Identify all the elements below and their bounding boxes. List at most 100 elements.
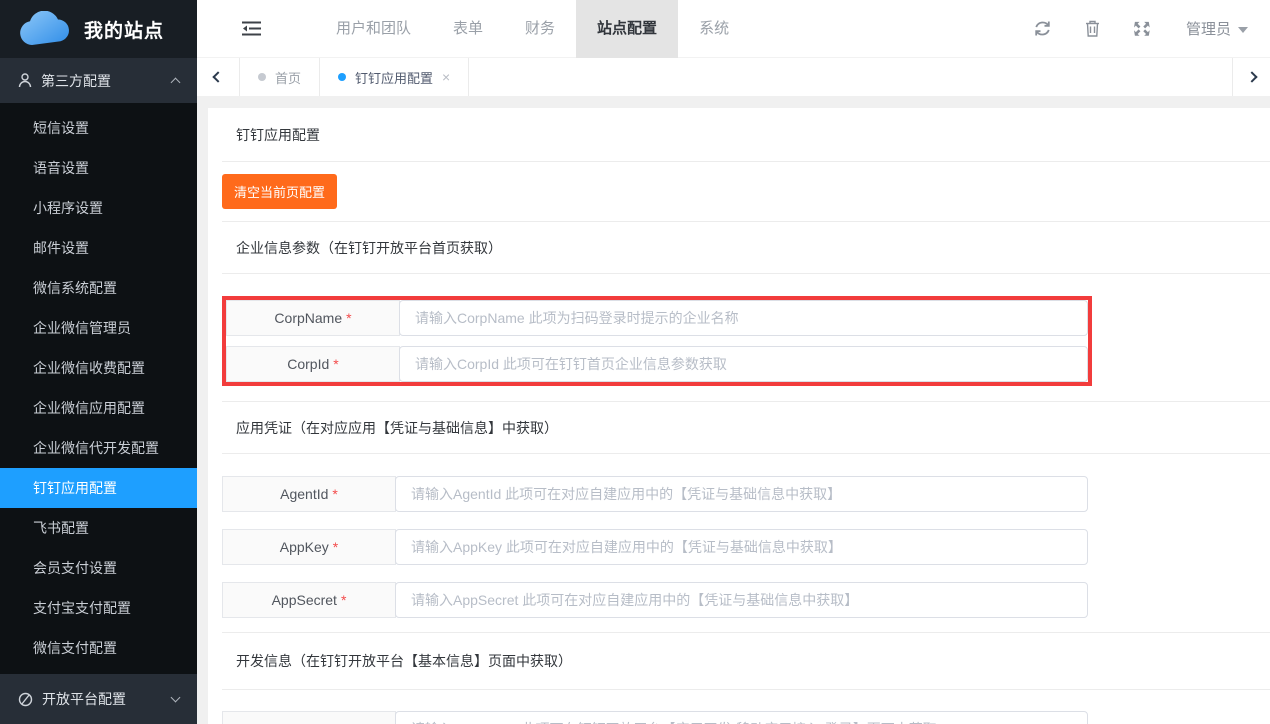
toolbar-row: 清空当前页配置 bbox=[222, 162, 1270, 222]
person-icon bbox=[18, 73, 32, 88]
tab-label: 钉钉应用配置 bbox=[355, 68, 433, 87]
tab-label: 首页 bbox=[275, 68, 301, 87]
top-nav: 用户和团队 表单 财务 站点配置 系统 bbox=[315, 0, 750, 58]
tabs-scroll-left-button[interactable] bbox=[197, 58, 240, 96]
field-input-wrap bbox=[395, 711, 1088, 724]
sidebar-item-wechat-system[interactable]: 微信系统配置 bbox=[0, 268, 197, 308]
field-input-wrap bbox=[399, 346, 1088, 382]
sidebar: 我的站点 第三方配置 短信设置 语音设置 小程序设置 邮件设置 微信系统配置 企… bbox=[0, 0, 197, 724]
close-icon[interactable]: × bbox=[442, 70, 450, 84]
form-row-corpid: CorpId * bbox=[226, 346, 1088, 382]
field-label-text: CorpId bbox=[287, 356, 329, 372]
section-title-app-credentials: 应用凭证（在对应应用【凭证与基础信息】中获取） bbox=[222, 402, 1270, 454]
admin-user-label: 管理员 bbox=[1186, 18, 1231, 39]
field-label-text: CorpName bbox=[274, 310, 342, 326]
field-label: AgentId * bbox=[222, 476, 396, 512]
sidebar-item-dingtalk-app[interactable]: 钉钉应用配置 bbox=[0, 468, 197, 508]
main-area: 用户和团队 表单 财务 站点配置 系统 bbox=[197, 0, 1270, 724]
section-title-dev-info: 开发信息（在钉钉开放平台【基本信息】页面中获取） bbox=[222, 633, 1270, 690]
sidebar-item-sms[interactable]: 短信设置 bbox=[0, 108, 197, 148]
appsecret-input[interactable] bbox=[396, 583, 1087, 617]
form-row-appsecret: AppSecret * bbox=[222, 582, 1088, 618]
tab-dot-icon bbox=[338, 73, 346, 81]
clear-page-config-button[interactable]: 清空当前页配置 bbox=[222, 174, 337, 209]
agentid-input[interactable] bbox=[396, 477, 1087, 511]
nav-system[interactable]: 系统 bbox=[678, 0, 750, 58]
fullscreen-icon[interactable] bbox=[1134, 21, 1150, 37]
chevron-up-icon bbox=[171, 78, 181, 88]
required-mark: * bbox=[333, 539, 338, 555]
field-input-wrap bbox=[399, 300, 1088, 336]
sidebar-group-label: 第三方配置 bbox=[41, 71, 111, 91]
sidebar-item-voice[interactable]: 语音设置 bbox=[0, 148, 197, 188]
cloud-logo-icon bbox=[18, 11, 74, 47]
sidebar-item-wechat-pay[interactable]: 微信支付配置 bbox=[0, 628, 197, 668]
sidebar-item-mail[interactable]: 邮件设置 bbox=[0, 228, 197, 268]
field-input-wrap bbox=[395, 582, 1088, 618]
section-title-corp-info: 企业信息参数（在钉钉开放平台首页获取） bbox=[222, 222, 1270, 274]
field-label-text: AppSecret bbox=[272, 592, 337, 608]
field-input-wrap bbox=[395, 476, 1088, 512]
sidebar-item-alipay[interactable]: 支付宝支付配置 bbox=[0, 588, 197, 628]
ssosecret-input[interactable] bbox=[396, 712, 1087, 724]
section-corp-info-rows: CorpName * CorpId * bbox=[222, 296, 1092, 386]
field-label: AppKey * bbox=[222, 529, 396, 565]
field-input-wrap bbox=[395, 529, 1088, 565]
section-dev-info-rows: SsoSecret * bbox=[222, 711, 1088, 724]
corpname-input[interactable] bbox=[400, 301, 1087, 335]
admin-user-menu[interactable]: 管理员 bbox=[1186, 18, 1248, 39]
tab-bar: 首页 钉钉应用配置 × bbox=[197, 58, 1270, 96]
sidebar-item-wecom-charge[interactable]: 企业微信收费配置 bbox=[0, 348, 197, 388]
form-row-corpname: CorpName * bbox=[226, 300, 1088, 336]
form-row-agentid: AgentId * bbox=[222, 476, 1088, 512]
tab-dingtalk-config[interactable]: 钉钉应用配置 × bbox=[320, 58, 469, 96]
field-label: CorpId * bbox=[226, 346, 400, 382]
required-mark: * bbox=[332, 486, 337, 502]
highlight-red-box: CorpName * CorpId * bbox=[222, 296, 1092, 386]
form-row-ssosecret: SsoSecret * bbox=[222, 711, 1088, 724]
sidebar-item-wecom-app[interactable]: 企业微信应用配置 bbox=[0, 388, 197, 428]
nav-forms[interactable]: 表单 bbox=[432, 0, 504, 58]
caret-down-icon bbox=[1238, 27, 1248, 33]
chevron-down-icon bbox=[171, 692, 181, 702]
sidebar-group-open-platform[interactable]: 开放平台配置 bbox=[0, 674, 197, 724]
form-row-appkey: AppKey * bbox=[222, 529, 1088, 565]
chevron-left-icon bbox=[212, 71, 223, 82]
sidebar-item-member-pay[interactable]: 会员支付设置 bbox=[0, 548, 197, 588]
field-label: CorpName * bbox=[226, 300, 400, 336]
top-bar: 用户和团队 表单 财务 站点配置 系统 bbox=[197, 0, 1270, 58]
nav-finance[interactable]: 财务 bbox=[504, 0, 576, 58]
open-platform-icon bbox=[18, 692, 33, 707]
tab-bar-spacer bbox=[469, 58, 1232, 96]
chevron-right-icon bbox=[1246, 71, 1257, 82]
tab-home[interactable]: 首页 bbox=[240, 58, 320, 96]
config-card: 钉钉应用配置 清空当前页配置 企业信息参数（在钉钉开放平台首页获取） CorpN… bbox=[208, 108, 1270, 724]
sidebar-menu: 短信设置 语音设置 小程序设置 邮件设置 微信系统配置 企业微信管理员 企业微信… bbox=[0, 103, 197, 668]
section-app-credentials-rows: AgentId * AppKey * bbox=[222, 476, 1088, 618]
sidebar-item-feishu[interactable]: 飞书配置 bbox=[0, 508, 197, 548]
nav-users-teams[interactable]: 用户和团队 bbox=[315, 0, 432, 58]
brand-title: 我的站点 bbox=[84, 16, 164, 43]
sidebar-group-third-party[interactable]: 第三方配置 bbox=[0, 58, 197, 103]
tabs-scroll-right-button[interactable] bbox=[1232, 58, 1270, 96]
trash-icon[interactable] bbox=[1085, 20, 1100, 37]
sidebar-item-miniprogram[interactable]: 小程序设置 bbox=[0, 188, 197, 228]
menu-fold-icon[interactable] bbox=[242, 21, 261, 36]
sidebar-item-wecom-dev[interactable]: 企业微信代开发配置 bbox=[0, 428, 197, 468]
content-area: 钉钉应用配置 清空当前页配置 企业信息参数（在钉钉开放平台首页获取） CorpN… bbox=[197, 96, 1270, 724]
sidebar-group-label: 开放平台配置 bbox=[42, 689, 126, 709]
field-label: SsoSecret * bbox=[222, 711, 396, 724]
top-bar-actions: 管理员 bbox=[1000, 18, 1248, 39]
sidebar-item-wecom-admin[interactable]: 企业微信管理员 bbox=[0, 308, 197, 348]
required-mark: * bbox=[333, 356, 338, 372]
appkey-input[interactable] bbox=[396, 530, 1087, 564]
brand-logo: 我的站点 bbox=[0, 0, 197, 58]
required-mark: * bbox=[341, 592, 346, 608]
refresh-icon[interactable] bbox=[1034, 20, 1051, 37]
field-label: AppSecret * bbox=[222, 582, 396, 618]
nav-site-config[interactable]: 站点配置 bbox=[576, 0, 678, 58]
corpid-input[interactable] bbox=[400, 347, 1087, 381]
tab-dot-icon bbox=[258, 73, 266, 81]
page-title: 钉钉应用配置 bbox=[222, 108, 1270, 162]
required-mark: * bbox=[346, 310, 351, 326]
